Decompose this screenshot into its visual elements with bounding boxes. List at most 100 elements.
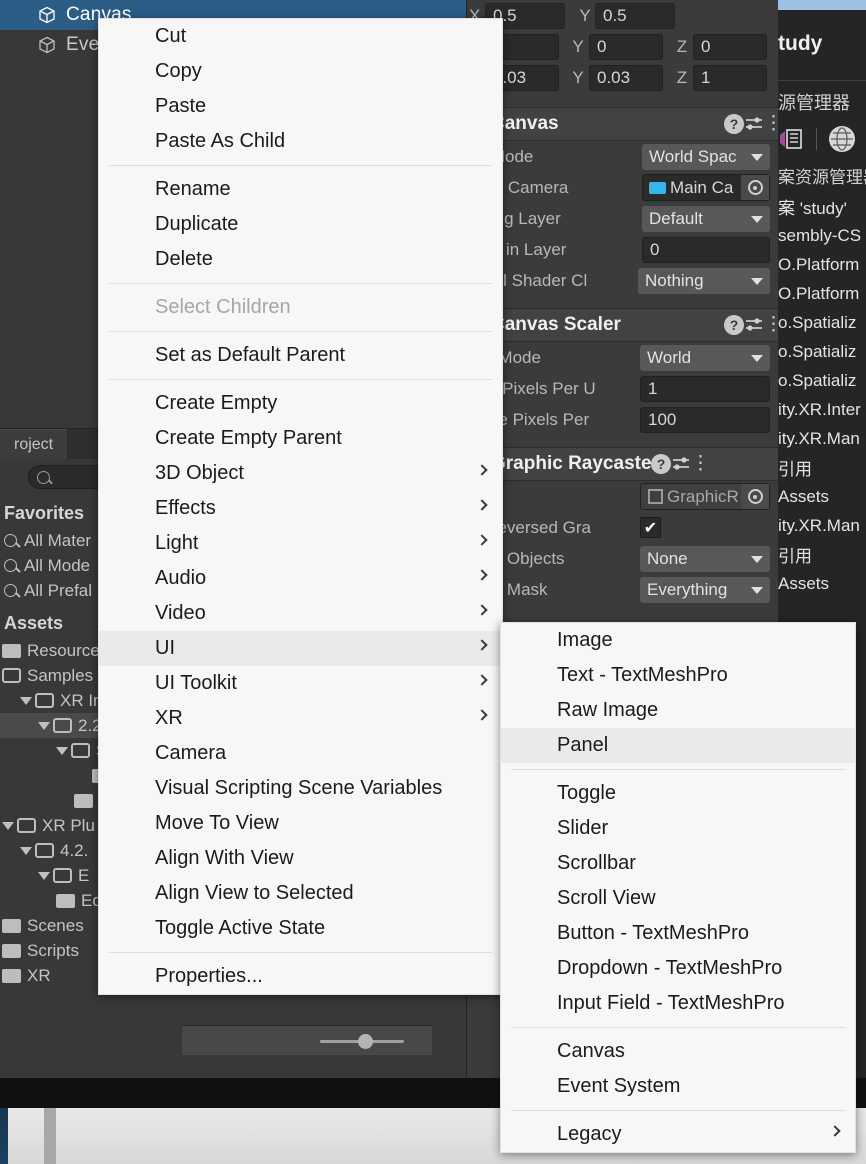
solution-explorer-node[interactable]: 引用	[778, 540, 866, 569]
menu-item-scroll-view[interactable]: Scroll View	[501, 881, 855, 916]
reference-ppu-field[interactable]: 100	[640, 406, 770, 433]
menu-item-delete[interactable]: Delete	[99, 242, 502, 277]
menu-item-visual-scripting-scene-variables[interactable]: Visual Scripting Scene Variables	[99, 771, 502, 806]
globe-icon[interactable]	[829, 126, 855, 152]
menu-item-raw-image[interactable]: Raw Image	[501, 693, 855, 728]
solution-explorer-node[interactable]: o.Spatializ	[778, 337, 866, 366]
more-options-icon[interactable]: ⋮	[764, 315, 783, 334]
event-camera-row: vent Camera Main Ca	[467, 172, 778, 203]
menu-item-duplicate[interactable]: Duplicate	[99, 207, 502, 242]
menu-item-scrollbar[interactable]: Scrollbar	[501, 846, 855, 881]
help-icon[interactable]: ?	[724, 315, 744, 335]
dynamic-ppu-field[interactable]: 1	[640, 375, 770, 402]
solution-explorer-node[interactable]: ity.XR.Man	[778, 511, 866, 540]
scale-mode-dropdown[interactable]: World	[640, 344, 770, 371]
graphic-raycaster-component-header[interactable]: Graphic Raycaste ? ⋮	[467, 447, 778, 481]
solution-explorer-tab[interactable]: 源管理器	[778, 81, 866, 119]
chevron-down-icon[interactable]	[56, 746, 68, 755]
menu-separator	[511, 769, 845, 770]
chevron-down-icon[interactable]	[2, 821, 14, 830]
solution-explorer-node[interactable]: O.Platform	[778, 250, 866, 279]
menu-item-toggle[interactable]: Toggle	[501, 776, 855, 811]
solution-explorer-node[interactable]: Assets	[778, 482, 866, 511]
object-picker-icon[interactable]	[741, 175, 769, 200]
menu-item-xr[interactable]: XR	[99, 701, 502, 736]
menu-item-panel[interactable]: Panel	[501, 728, 855, 763]
menu-item-image[interactable]: Image	[501, 623, 855, 658]
menu-item-light[interactable]: Light	[99, 526, 502, 561]
object-picker-icon[interactable]	[741, 484, 769, 509]
event-camera-object-field[interactable]: Main Ca	[642, 174, 770, 201]
menu-item-create-empty[interactable]: Create Empty	[99, 386, 502, 421]
menu-item-paste[interactable]: Paste	[99, 89, 502, 124]
preset-icon[interactable]	[671, 455, 691, 473]
blocking-objects-dropdown[interactable]: None	[640, 545, 770, 572]
menu-item-copy[interactable]: Copy	[99, 54, 502, 89]
hierarchy-context-menu[interactable]: Cut Copy Paste Paste As Child Rename Duplicat…	[98, 18, 503, 995]
preset-icon[interactable]	[744, 115, 764, 133]
rotation-y-field[interactable]: 0	[589, 33, 663, 60]
menu-item-legacy[interactable]: Legacy	[501, 1117, 855, 1152]
more-options-icon[interactable]: ⋮	[764, 114, 783, 133]
menu-item-button-textmeshpro[interactable]: Button - TextMeshPro	[501, 916, 855, 951]
ui-submenu[interactable]: Image Text - TextMeshPro Raw Image Panel Tog…	[500, 622, 856, 1153]
menu-item-effects[interactable]: Effects	[99, 491, 502, 526]
solution-explorer-node[interactable]: ity.XR.Man	[778, 424, 866, 453]
chevron-down-icon[interactable]	[38, 871, 50, 880]
menu-item-rename[interactable]: Rename	[99, 172, 502, 207]
menu-item-align-with-view[interactable]: Align With View	[99, 841, 502, 876]
canvas-component-header[interactable]: Canvas ? ⋮	[467, 107, 783, 141]
shader-channels-dropdown[interactable]: Nothing	[638, 267, 770, 294]
tab-project[interactable]: roject	[0, 429, 68, 459]
chevron-down-icon[interactable]	[20, 696, 32, 705]
menu-item-input-field-textmeshpro[interactable]: Input Field - TextMeshPro	[501, 986, 855, 1021]
script-object-field[interactable]: GraphicR	[640, 483, 770, 510]
ignore-reversed-graphics-checkbox[interactable]: ✔	[640, 517, 661, 538]
menu-item-ui-toolkit[interactable]: UI Toolkit	[99, 666, 502, 701]
menu-item-video[interactable]: Video	[99, 596, 502, 631]
menu-item-paste-as-child[interactable]: Paste As Child	[99, 124, 502, 159]
render-mode-dropdown[interactable]: World Spac	[642, 143, 770, 170]
rotation-z-field[interactable]: 0	[693, 33, 767, 60]
menu-item-toggle-active-state[interactable]: Toggle Active State	[99, 911, 502, 946]
solution-explorer-node[interactable]: Assets	[778, 569, 866, 598]
pivot-y-field[interactable]: 0.5	[595, 2, 675, 29]
menu-item-create-empty-parent[interactable]: Create Empty Parent	[99, 421, 502, 456]
order-in-layer-field[interactable]: 0	[642, 236, 770, 263]
menu-item-text-textmeshpro[interactable]: Text - TextMeshPro	[501, 658, 855, 693]
preset-icon[interactable]	[744, 316, 764, 334]
menu-item-audio[interactable]: Audio	[99, 561, 502, 596]
menu-item-camera[interactable]: Camera	[99, 736, 502, 771]
menu-item-cut[interactable]: Cut	[99, 19, 502, 54]
solution-explorer-node[interactable]: sembly-CS	[778, 221, 866, 250]
menu-item-set-as-default-parent[interactable]: Set as Default Parent	[99, 338, 502, 373]
menu-item-slider[interactable]: Slider	[501, 811, 855, 846]
help-icon[interactable]: ?	[724, 114, 744, 134]
solution-explorer-node[interactable]: o.Spatializ	[778, 366, 866, 395]
chevron-down-icon[interactable]	[20, 846, 32, 855]
scale-y-field[interactable]: 0.03	[589, 64, 663, 91]
zoom-slider-knob[interactable]	[358, 1034, 373, 1049]
solution-explorer-node[interactable]: o.Spatializ	[778, 308, 866, 337]
solution-explorer-node[interactable]: 引用	[778, 453, 866, 482]
menu-item-event-system[interactable]: Event System	[501, 1069, 855, 1104]
blocking-mask-dropdown[interactable]: Everything	[640, 576, 770, 603]
menu-item-3d-object[interactable]: 3D Object	[99, 456, 502, 491]
menu-item-align-view-to-selected[interactable]: Align View to Selected	[99, 876, 502, 911]
menu-item-dropdown-textmeshpro[interactable]: Dropdown - TextMeshPro	[501, 951, 855, 986]
menu-item-properties[interactable]: Properties...	[99, 959, 502, 994]
solution-explorer-node[interactable]: 案 'study'	[778, 192, 866, 221]
solution-explorer-node[interactable]: ity.XR.Inter	[778, 395, 866, 424]
help-icon[interactable]: ?	[651, 454, 671, 474]
menu-item-move-to-view[interactable]: Move To View	[99, 806, 502, 841]
visual-studio-icon[interactable]	[778, 127, 804, 151]
scale-z-field[interactable]: 1	[693, 64, 767, 91]
solution-explorer-node[interactable]: O.Platform	[778, 279, 866, 308]
canvas-scaler-component-header[interactable]: Canvas Scaler ? ⋮	[467, 308, 783, 342]
menu-item-ui[interactable]: UI	[99, 631, 502, 666]
menu-item-canvas[interactable]: Canvas	[501, 1034, 855, 1069]
sorting-layer-dropdown[interactable]: Default	[642, 205, 770, 232]
chevron-down-icon[interactable]	[38, 721, 50, 730]
more-options-icon[interactable]: ⋮	[691, 454, 710, 473]
project-zoom-strip	[182, 1025, 432, 1055]
